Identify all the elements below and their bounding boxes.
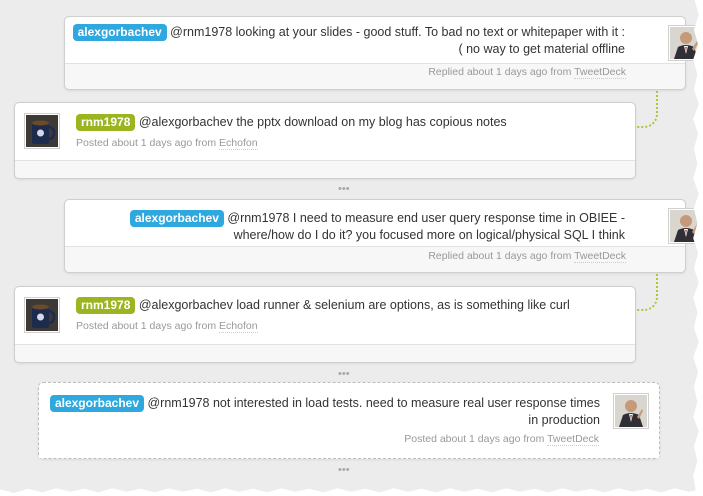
username-tag[interactable]: alexgorbachev [129,210,224,227]
source-link[interactable]: Echofon [219,137,258,150]
tweet-text: @rnm1978 looking at your slides - good s… [170,25,625,56]
username-tag[interactable]: alexgorbachev [72,24,167,41]
tweet-card: alexgorbachev @rnm1978 not interested in… [38,382,660,459]
torn-edge-bottom [0,488,703,496]
person-avatar-icon [615,395,647,427]
tweet-text: @alexgorbachev load runner & selenium ar… [138,298,570,312]
tweet-text-row: alexgorbachev @rnm1978 not interested in… [45,395,600,429]
meta-prefix: Replied about 1 days ago from [428,250,572,262]
tweet-text-row: rnm1978 @alexgorbachev the pptx download… [76,114,616,131]
more-dots[interactable]: ••• [338,465,350,476]
tweet-meta: Posted about 1 days ago from Echofon [76,137,258,150]
username-tag[interactable]: rnm1978 [76,114,136,131]
source-link[interactable]: Echofon [219,320,258,333]
tweet-card: alexgorbachev @rnm1978 looking at your s… [64,16,703,90]
tweet-meta: Replied about 1 days ago from TweetDeck [428,250,626,263]
tweet-text-row: alexgorbachev @rnm1978 I need to measure… [71,210,625,244]
meta-prefix: Posted about 1 days ago from [404,433,545,445]
tweet-text: @rnm1978 I need to measure end user quer… [227,211,625,242]
username-tag[interactable]: rnm1978 [76,297,136,314]
tweet-text: @alexgorbachev the pptx download on my b… [138,115,507,129]
source-link[interactable]: TweetDeck [574,250,626,263]
avatar[interactable] [24,113,60,149]
tweet-meta: Posted about 1 days ago from TweetDeck [404,433,599,446]
tweet-text-row: rnm1978 @alexgorbachev load runner & sel… [76,297,616,314]
more-dots[interactable]: ••• [338,369,350,380]
tweet-card: rnm1978 @alexgorbachev the pptx download… [14,102,636,179]
tweet-text: @rnm1978 not interested in load tests. n… [147,396,600,427]
avatar[interactable] [24,297,60,333]
tweet-meta: Posted about 1 days ago from Echofon [76,320,258,333]
meta-prefix: Replied about 1 days ago from [428,66,572,78]
tweet-text-row: alexgorbachev @rnm1978 looking at your s… [71,24,625,58]
torn-edge-right [693,0,703,496]
tweet-meta: Replied about 1 days ago from TweetDeck [428,66,626,79]
source-link[interactable]: TweetDeck [574,66,626,79]
source-link[interactable]: TweetDeck [547,433,599,446]
meta-prefix: Posted about 1 days ago from [76,320,217,332]
tweet-card: rnm1978 @alexgorbachev load runner & sel… [14,286,636,363]
thread-connector [634,90,658,128]
meta-prefix: Posted about 1 days ago from [76,137,217,149]
coffee-mug-avatar-icon [26,299,58,331]
avatar[interactable] [613,393,649,429]
tweet-card: alexgorbachev @rnm1978 I need to measure… [64,199,703,273]
more-dots[interactable]: ••• [338,184,350,195]
thread-connector [634,273,658,311]
conversation-canvas: alexgorbachev @rnm1978 looking at your s… [0,0,703,496]
coffee-mug-avatar-icon [26,115,58,147]
username-tag[interactable]: alexgorbachev [49,395,144,412]
